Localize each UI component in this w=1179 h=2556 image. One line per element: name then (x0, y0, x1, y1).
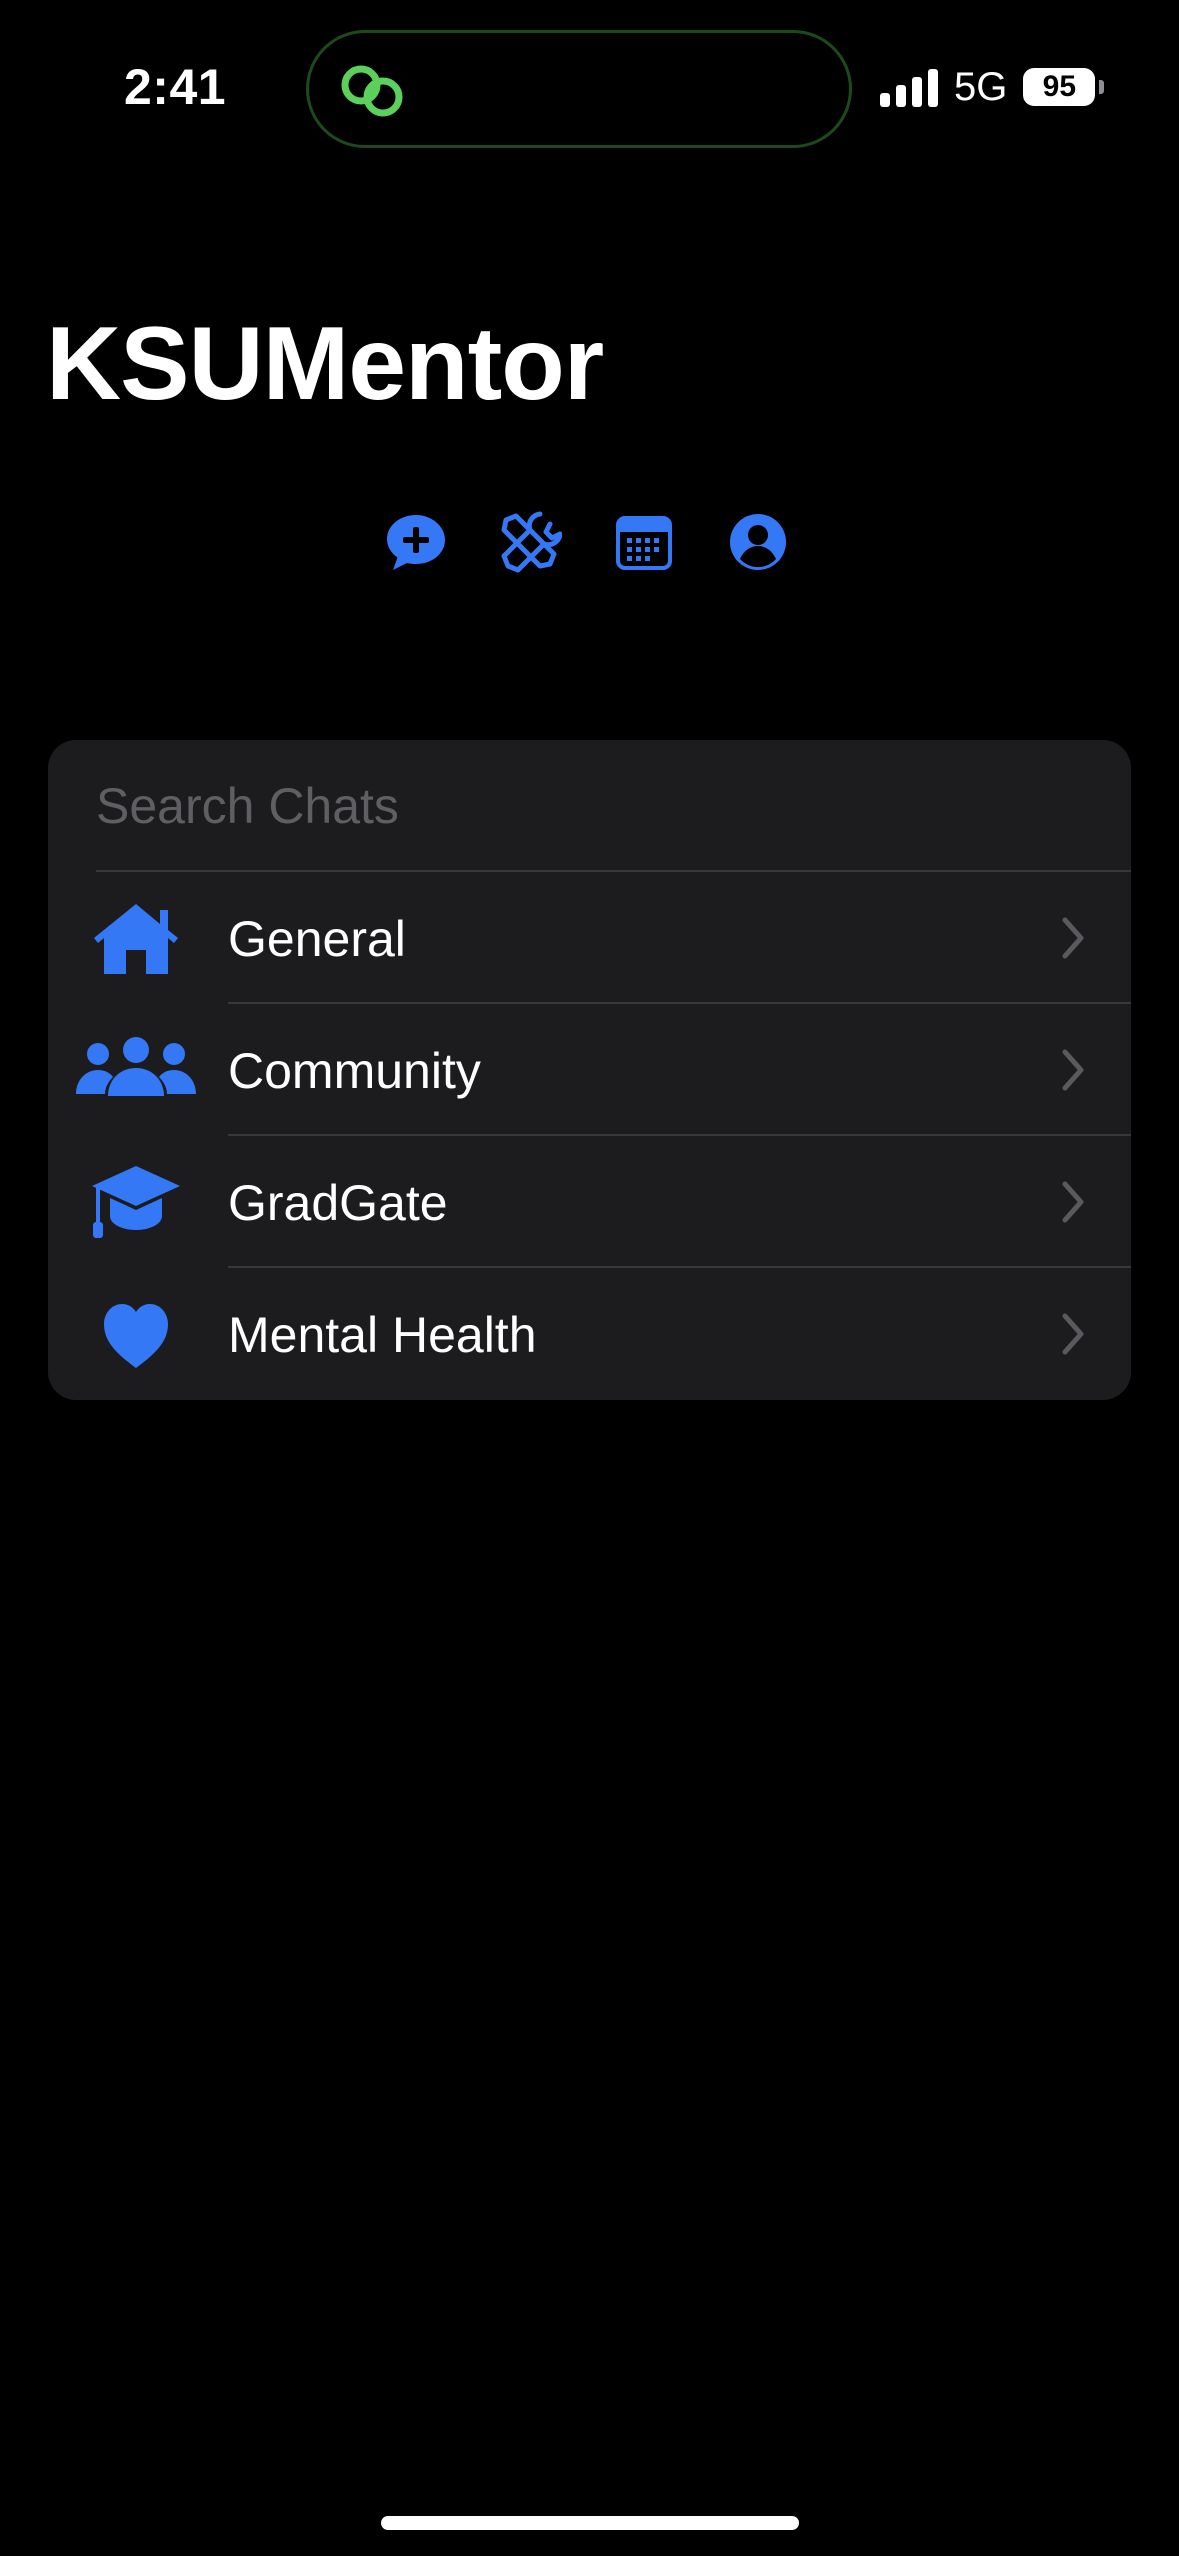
toolbar (384, 510, 790, 574)
battery-level: 95 (1042, 70, 1077, 103)
chevron-right-icon (1062, 917, 1084, 959)
chat-list-card: General Community (48, 740, 1131, 1400)
chat-item-general[interactable]: General (48, 872, 1131, 1004)
calendar-icon (616, 516, 672, 570)
chat-item-label: Community (228, 1043, 481, 1099)
battery-icon: 95 (1023, 68, 1105, 106)
page-title: KSUMentor (46, 306, 604, 422)
cellular-signal-icon (880, 67, 938, 107)
people-icon (74, 1030, 198, 1110)
search-row (48, 740, 1131, 872)
network-type: 5G (954, 64, 1008, 109)
screen: 2:41 5G 95 KSUMentor Search Chats Genera… (0, 0, 1179, 2556)
chat-item-mental-health[interactable]: Mental Health (48, 1268, 1131, 1400)
status-indicators: 5G 95 (880, 62, 1105, 112)
new-chat-button[interactable] (384, 510, 448, 574)
chat-item-gradgate[interactable]: GradGate (48, 1136, 1131, 1268)
status-time: 2:41 (124, 59, 227, 115)
chat-item-label: Mental Health (228, 1307, 537, 1363)
profile-button[interactable] (726, 510, 790, 574)
heart-icon (74, 1294, 198, 1374)
graduation-cap-icon (74, 1162, 198, 1242)
profile-icon (730, 514, 786, 570)
tools-icon (501, 511, 562, 573)
chat-item-community[interactable]: Community (48, 1004, 1131, 1136)
search-input[interactable] (96, 766, 1076, 846)
chevron-right-icon (1062, 1313, 1084, 1355)
calendar-button[interactable] (612, 510, 676, 574)
chevron-right-icon (1062, 1049, 1084, 1091)
dynamic-island[interactable] (306, 30, 852, 148)
chevron-right-icon (1062, 1181, 1084, 1223)
chat-item-label: GradGate (228, 1175, 448, 1231)
tools-button[interactable] (498, 510, 562, 574)
house-icon (74, 898, 198, 978)
link-rings-icon (341, 65, 403, 117)
chat-item-label: General (228, 911, 406, 967)
home-indicator[interactable] (381, 2516, 799, 2530)
new-chat-icon (387, 515, 445, 570)
